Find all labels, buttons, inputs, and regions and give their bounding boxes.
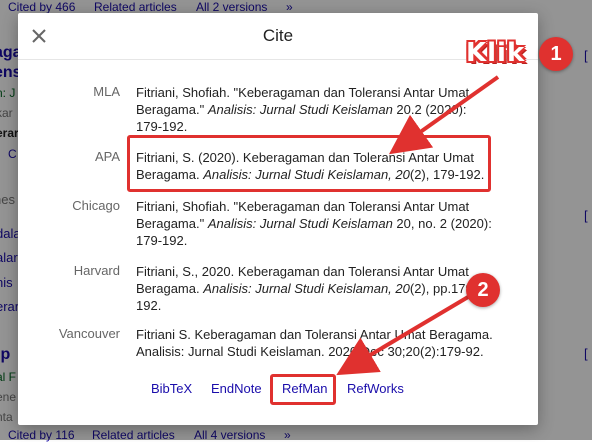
citation-journal: Analisis: Jurnal Studi Keislaman <box>207 102 393 117</box>
citation-style-label: Harvard <box>73 263 120 278</box>
citation-style-label: Vancouver <box>58 326 120 341</box>
citation-style-label: APA <box>94 149 120 164</box>
bibtex-link[interactable]: BibTeX <box>151 381 192 396</box>
citation-text-chicago[interactable]: Fitriani, Shofiah. "Keberagaman dan Tole… <box>136 198 496 249</box>
citation-text-vancouver[interactable]: Fitriani S. Keberagaman dan Toleransi An… <box>136 326 496 360</box>
citation-main: Fitriani S. Keberagaman dan Toleransi An… <box>136 327 493 359</box>
citation-journal: Analisis: Jurnal Studi Keislaman <box>207 216 393 231</box>
step-badge-1: 1 <box>539 37 573 71</box>
endnote-link[interactable]: EndNote <box>211 381 262 396</box>
refworks-link[interactable]: RefWorks <box>347 381 404 396</box>
citation-text-mla[interactable]: Fitriani, Shofiah. "Keberagaman dan Tole… <box>136 84 496 135</box>
citation-style-label: MLA <box>93 84 120 99</box>
apa-highlight-box <box>127 135 491 192</box>
refman-highlight-box <box>270 374 336 405</box>
cite-dialog: Cite MLA Fitriani, Shofiah. "Keberagaman… <box>18 13 538 425</box>
citation-text-harvard[interactable]: Fitriani, S., 2020. Keberagaman dan Tole… <box>136 263 496 314</box>
citation-journal: Analisis: Jurnal Studi Keislaman, 20 <box>203 281 410 296</box>
step-badge-2: 2 <box>466 273 500 307</box>
klik-annotation-label: Klik <box>466 38 526 68</box>
dialog-header: Cite <box>18 13 538 60</box>
dialog-title: Cite <box>262 26 294 45</box>
citation-style-label: Chicago <box>72 198 120 213</box>
